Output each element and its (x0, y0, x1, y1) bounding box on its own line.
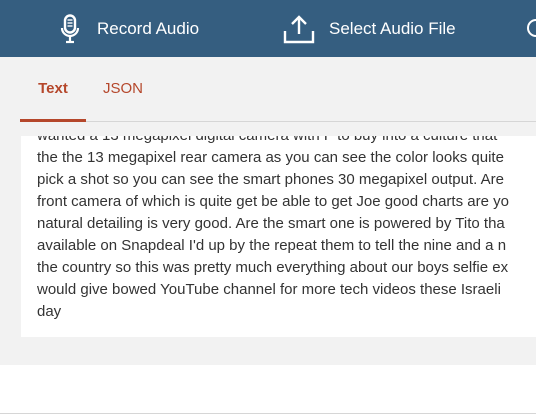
record-audio-label: Record Audio (97, 18, 200, 38)
microphone-icon (60, 13, 80, 44)
record-audio-button[interactable]: Record Audio (60, 0, 199, 57)
toolbar: Record Audio Select Audio File (0, 0, 536, 57)
transcript-box[interactable]: wanted a 13 megapixel digital camera wit… (21, 136, 536, 337)
select-audio-file-label: Select Audio File (329, 18, 456, 38)
select-audio-file-button[interactable]: Select Audio File (283, 0, 456, 57)
more-options-icon[interactable] (527, 19, 536, 37)
upload-icon (283, 14, 315, 44)
tab-json[interactable]: JSON (94, 57, 152, 119)
divider (0, 413, 536, 414)
tab-text[interactable]: Text (20, 57, 86, 122)
results-panel: Text JSON wanted a 13 megapixel digital … (0, 57, 536, 365)
transcript-text: wanted a 13 megapixel digital camera wit… (37, 136, 509, 320)
output-tabs: Text JSON (20, 57, 536, 122)
